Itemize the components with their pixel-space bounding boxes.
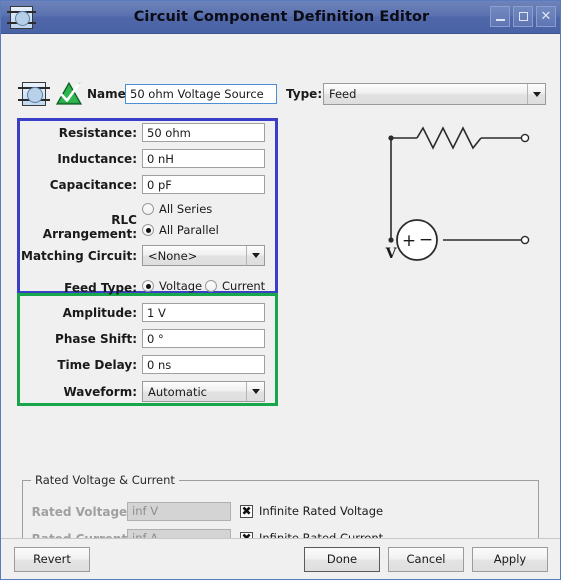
infinite-rated-voltage-checkbox[interactable]: ✖ Infinite Rated Voltage (240, 504, 383, 518)
title-bar: Circuit Component Definition Editor ✕ (1, 1, 560, 34)
chevron-down-icon (246, 246, 264, 265)
time-delay-label: Time Delay: (57, 358, 137, 372)
rlc-arrangement-label: RLC Arrangement: (42, 213, 137, 241)
radio-feed-current[interactable]: Current (205, 279, 265, 293)
phase-shift-input[interactable] (142, 329, 265, 348)
radio-all-series-dot (142, 203, 154, 215)
cancel-button[interactable]: Cancel (388, 547, 464, 572)
type-label: Type: (286, 87, 323, 101)
radio-all-parallel-dot (142, 224, 154, 236)
dialog-button-bar: Revert Done Cancel Apply (1, 538, 560, 579)
apply-button[interactable]: Apply (472, 547, 548, 572)
revert-button[interactable]: Revert (14, 547, 90, 572)
radio-feed-voltage[interactable]: Voltage (142, 279, 202, 293)
radio-all-series[interactable]: All Series (142, 202, 212, 216)
component-icon (18, 82, 50, 106)
radio-feed-voltage-label: Voltage (159, 279, 203, 293)
chevron-down-icon (527, 84, 545, 104)
svg-text:+: + (402, 231, 416, 251)
inductance-input[interactable] (142, 149, 265, 168)
matching-circuit-dropdown[interactable]: <None> (142, 245, 265, 266)
minimize-button[interactable] (490, 6, 510, 27)
check-icon: ✖ (241, 503, 252, 518)
waveform-label: Waveform: (63, 385, 137, 399)
waveform-dropdown[interactable]: Automatic (142, 381, 265, 402)
amplitude-label: Amplitude: (62, 306, 137, 320)
radio-all-parallel[interactable]: All Parallel (142, 223, 219, 237)
phase-shift-label: Phase Shift: (55, 332, 137, 346)
close-button[interactable]: ✕ (536, 6, 556, 27)
matching-circuit-label: Matching Circuit: (21, 249, 137, 263)
radio-all-series-label: All Series (159, 202, 213, 216)
resistance-input[interactable] (142, 123, 265, 142)
radio-all-parallel-label: All Parallel (159, 223, 219, 237)
maximize-button[interactable] (513, 6, 533, 27)
close-icon: ✕ (540, 9, 552, 24)
rated-group-title: Rated Voltage & Current (31, 473, 179, 487)
circuit-preview: + − V (381, 122, 541, 272)
matching-circuit-value: <None> (148, 248, 198, 263)
amplitude-input[interactable] (142, 303, 265, 322)
dialog-content: Name: Type: Feed Resistance: Inductance:… (1, 34, 560, 559)
svg-text:V: V (385, 246, 398, 262)
time-delay-input[interactable] (142, 355, 265, 374)
chevron-down-icon (246, 382, 264, 401)
type-dropdown-value: Feed (329, 87, 357, 101)
circuit-component-definition-editor-window: Circuit Component Definition Editor ✕ Na… (0, 0, 561, 580)
resistance-label: Resistance: (58, 126, 137, 140)
radio-feed-voltage-dot (142, 280, 154, 292)
svg-text:−: − (419, 230, 433, 250)
waveform-value: Automatic (148, 384, 207, 399)
feed-type-label: Feed Type: (64, 281, 137, 295)
capacitance-label: Capacitance: (49, 178, 137, 192)
green-check-triangle-icon[interactable] (55, 81, 83, 106)
radio-feed-current-dot (205, 280, 217, 292)
capacitance-input[interactable] (142, 175, 265, 194)
type-dropdown[interactable]: Feed (323, 83, 546, 105)
name-input[interactable] (125, 84, 277, 104)
done-button[interactable]: Done (304, 547, 380, 572)
radio-feed-current-label: Current (222, 279, 266, 293)
rated-voltage-label: Rated Voltage: (31, 505, 132, 519)
window-title: Circuit Component Definition Editor (133, 9, 430, 25)
inductance-label: Inductance: (57, 152, 137, 166)
rated-voltage-input: inf V (127, 502, 231, 521)
infinite-rated-voltage-label: Infinite Rated Voltage (259, 504, 384, 518)
window-controls: ✕ (490, 6, 556, 27)
checkbox-box: ✖ (240, 503, 253, 518)
